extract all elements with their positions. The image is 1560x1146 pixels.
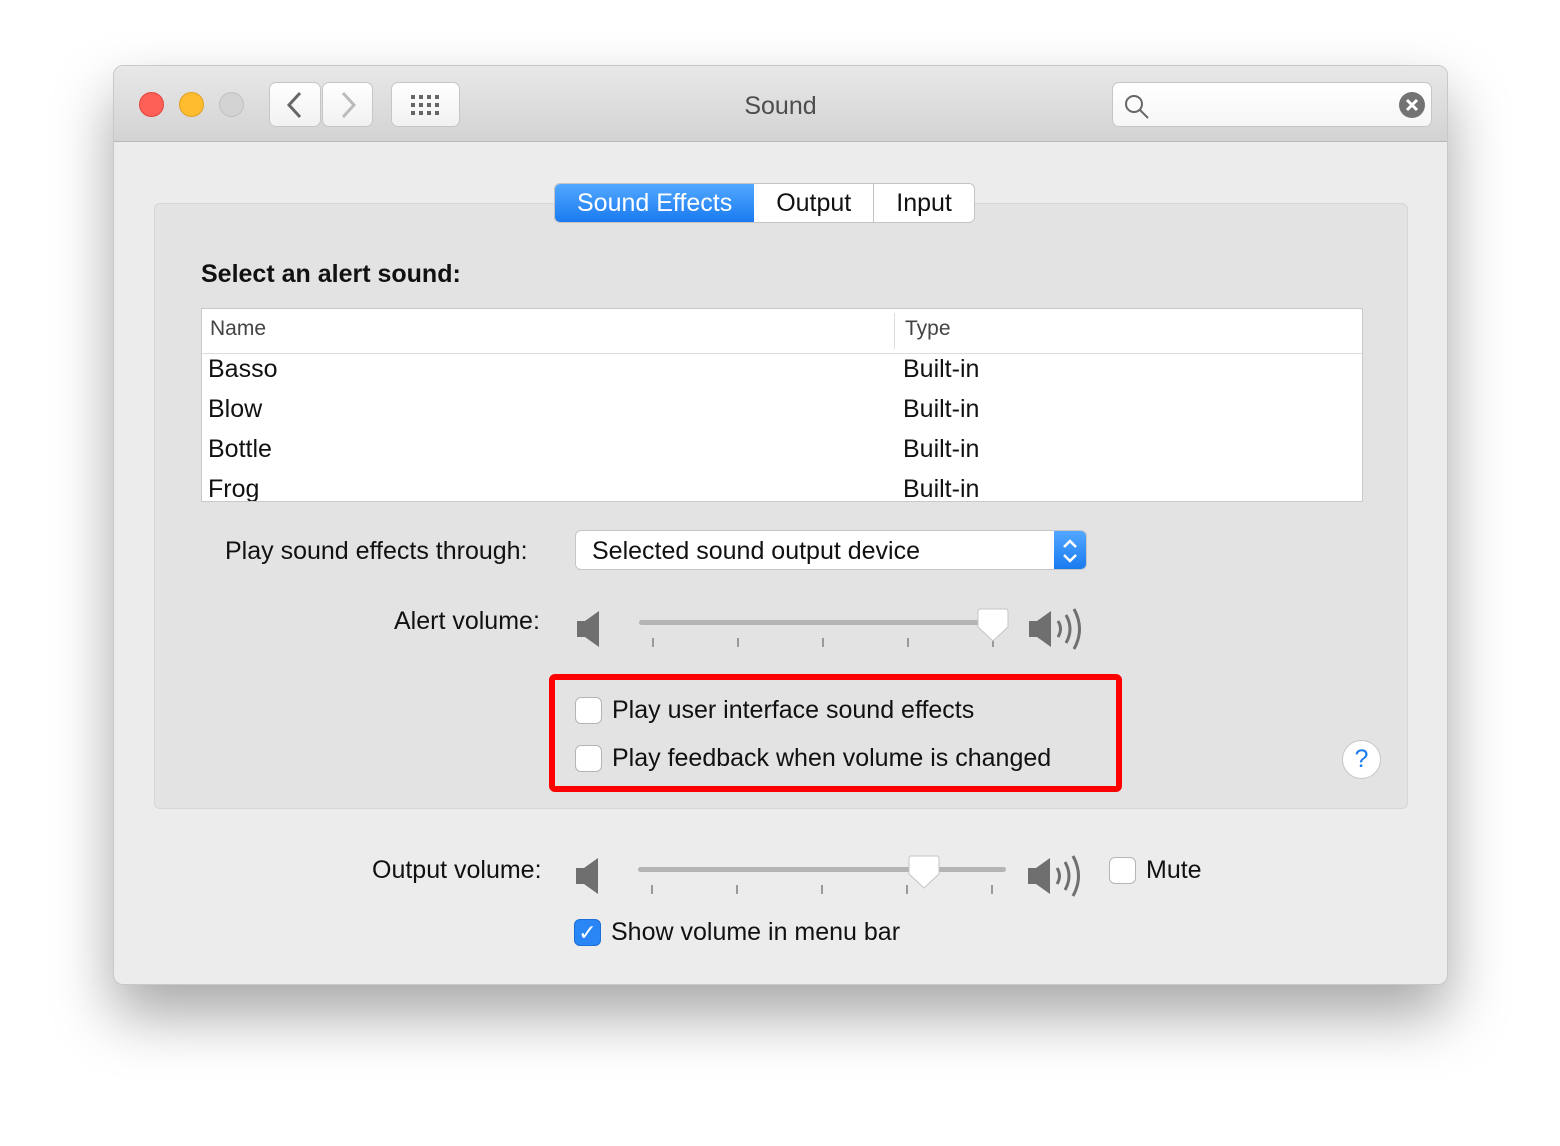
- ui-sound-effects-label[interactable]: Play user interface sound effects: [612, 696, 974, 725]
- slider-tick: [907, 638, 909, 647]
- table-row[interactable]: Bottle Built-in: [202, 429, 1362, 469]
- search-field[interactable]: [1112, 82, 1432, 127]
- ui-sound-effects-checkbox-row[interactable]: Play user interface sound effects: [575, 696, 974, 725]
- search-icon: [1125, 95, 1149, 119]
- help-button[interactable]: ?: [1342, 740, 1381, 779]
- volume-feedback-checkbox-row[interactable]: Play feedback when volume is changed: [575, 744, 1051, 773]
- volume-feedback-checkbox[interactable]: [575, 745, 602, 772]
- slider-tick: [736, 885, 738, 894]
- show-volume-checkbox-row[interactable]: ✓ Show volume in menu bar: [574, 918, 900, 947]
- speaker-loud-icon: [1028, 855, 1080, 897]
- sound-name: Frog: [208, 475, 260, 502]
- slider-tick: [737, 638, 739, 647]
- title-bar: Sound: [114, 66, 1447, 142]
- play-through-value: Selected sound output device: [592, 537, 921, 565]
- output-volume-label: Output volume:: [372, 856, 542, 884]
- table-row[interactable]: Blow Built-in: [202, 389, 1362, 429]
- slider-track: [638, 867, 1006, 872]
- sound-name: Basso: [208, 355, 278, 383]
- table-row[interactable]: Basso Built-in: [202, 349, 1362, 389]
- sound-type: Built-in: [903, 435, 980, 463]
- slider-tick: [991, 885, 993, 894]
- alert-sound-table[interactable]: Name Type Basso Built-in Blow Built-in Bot…: [201, 308, 1363, 502]
- search-input[interactable]: [1155, 91, 1385, 119]
- clear-search-icon[interactable]: [1398, 91, 1426, 119]
- tab-bar: Sound Effects Output Input: [554, 183, 975, 223]
- sound-name: Blow: [208, 395, 263, 423]
- show-volume-label[interactable]: Show volume in menu bar: [611, 918, 900, 947]
- mute-label[interactable]: Mute: [1146, 856, 1202, 885]
- up-down-chevron-icon: [1063, 539, 1077, 563]
- sound-type: Built-in: [903, 355, 980, 383]
- column-header-name[interactable]: Name: [210, 317, 266, 341]
- slider-tick: [652, 638, 654, 647]
- sound-type: Built-in: [903, 395, 980, 423]
- slider-tick: [822, 638, 824, 647]
- volume-feedback-label[interactable]: Play feedback when volume is changed: [612, 744, 1051, 773]
- mute-checkbox-row[interactable]: Mute: [1109, 856, 1202, 885]
- column-divider: [894, 313, 895, 349]
- play-through-select[interactable]: Selected sound output device: [575, 530, 1087, 570]
- show-volume-checkbox[interactable]: ✓: [574, 919, 601, 946]
- slider-tick: [651, 885, 653, 894]
- tab-sound-effects[interactable]: Sound Effects: [555, 184, 755, 222]
- alert-sound-heading: Select an alert sound:: [201, 260, 461, 288]
- speaker-quiet-icon: [576, 858, 598, 894]
- column-header-type[interactable]: Type: [905, 317, 951, 341]
- sound-name: Bottle: [208, 435, 272, 463]
- tab-output[interactable]: Output: [754, 184, 873, 222]
- table-row[interactable]: Frog Built-in: [202, 469, 1362, 502]
- sound-type: Built-in: [903, 475, 980, 502]
- tab-input[interactable]: Input: [873, 184, 974, 222]
- play-through-label: Play sound effects through:: [225, 537, 528, 565]
- highlight-box: [549, 674, 1122, 792]
- select-stepper: [1054, 531, 1086, 569]
- slider-thumb[interactable]: [908, 854, 940, 892]
- slider-tick: [821, 885, 823, 894]
- ui-sound-effects-checkbox[interactable]: [575, 697, 602, 724]
- mute-checkbox[interactable]: [1109, 857, 1136, 884]
- alert-volume-label: Alert volume:: [394, 607, 540, 635]
- output-volume-slider[interactable]: [574, 846, 1094, 897]
- alert-volume-slider[interactable]: [575, 599, 1095, 650]
- sound-effects-panel: Select an alert sound: Name Type Basso Bu…: [154, 203, 1408, 809]
- speaker-loud-icon: [1029, 608, 1081, 650]
- slider-track: [639, 620, 1007, 625]
- speaker-quiet-icon: [577, 611, 599, 647]
- sound-preferences-window: Sound Select an alert sound: Name Type B…: [113, 65, 1448, 985]
- slider-thumb[interactable]: [977, 607, 1009, 645]
